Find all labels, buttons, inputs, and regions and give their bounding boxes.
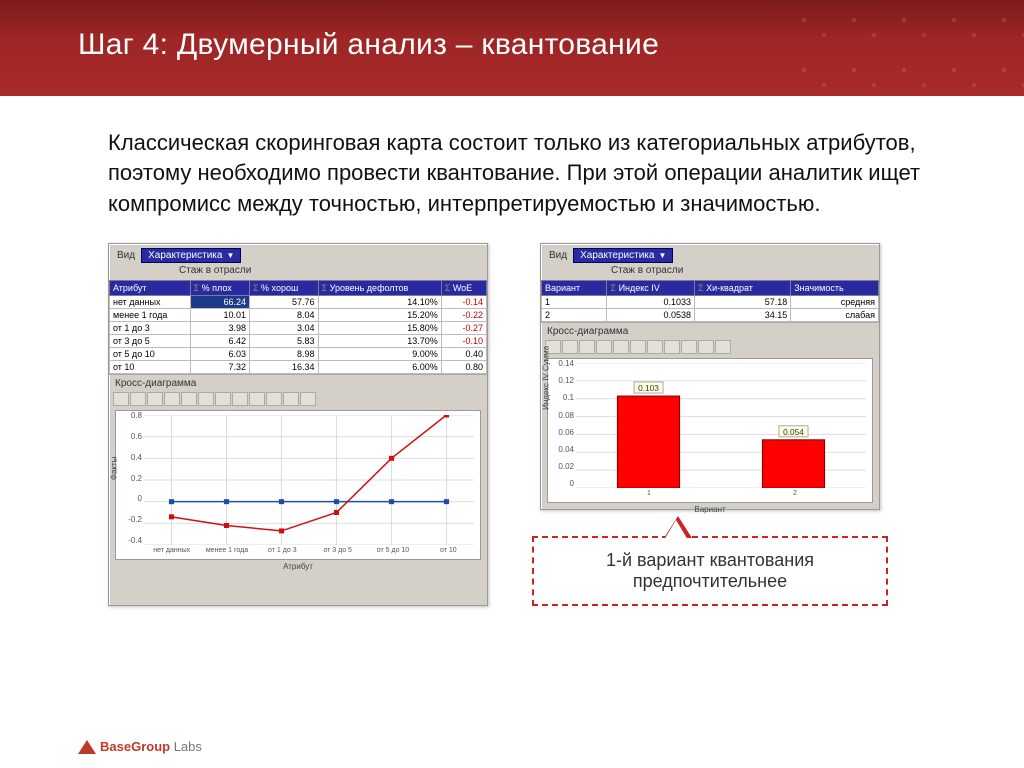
toolbar-icon[interactable] <box>232 392 248 406</box>
chevron-down-icon: ▼ <box>658 251 666 260</box>
toolbar-icon[interactable] <box>164 392 180 406</box>
toolbar-icon[interactable] <box>300 392 316 406</box>
chevron-down-icon: ▼ <box>226 251 234 260</box>
toolbar-icon[interactable] <box>113 392 129 406</box>
logo-text: BaseGroup Labs <box>100 739 202 754</box>
toolbar-icon[interactable] <box>613 340 629 354</box>
toolbar-icon[interactable] <box>630 340 646 354</box>
right-view-label: Вид <box>547 250 569 261</box>
right-characteristic-dropdown[interactable]: Характеристика ▼ <box>573 248 673 263</box>
left-line-chart: 0.80.60.40.20-0.2-0.4 Факты нет данныхме… <box>115 410 481 560</box>
table-row[interactable]: нет данных66.2457.7614.10%-0.14 <box>110 296 487 309</box>
col-attr[interactable]: Атрибут <box>110 281 191 296</box>
title-banner: Шаг 4: Двумерный анализ – квантование <box>0 0 1024 96</box>
right-cross-label: Кросс-диаграмма <box>541 322 879 338</box>
toolbar-icon[interactable] <box>715 340 731 354</box>
right-app-window: Вид Характеристика ▼ Стаж в отрасли Вари… <box>540 243 880 510</box>
left-xlabel: Атрибут <box>283 562 313 571</box>
right-bar-chart: 0.140.120.10.080.060.040.020 Индекс IV С… <box>547 358 873 503</box>
svg-text:0.054: 0.054 <box>783 428 804 437</box>
toolbar-icon[interactable] <box>198 392 214 406</box>
right-data-table: Вариант Индекс IV Хи-квадрат Значимость … <box>541 280 879 322</box>
toolbar-icon[interactable] <box>249 392 265 406</box>
toolbar-icon[interactable] <box>130 392 146 406</box>
table-row[interactable]: 10.103357.18средняя <box>542 296 879 309</box>
table-row[interactable]: 20.053834.15слабая <box>542 309 879 322</box>
toolbar-icon[interactable] <box>266 392 282 406</box>
right-tabbar: Вид Характеристика ▼ <box>541 244 879 263</box>
slide-title: Шаг 4: Двумерный анализ – квантование <box>78 28 1024 62</box>
table-row[interactable]: менее 1 года10.018.0415.20%-0.22 <box>110 309 487 322</box>
toolbar-icon[interactable] <box>596 340 612 354</box>
left-data-table: Атрибут % плох % хорош Уровень дефолтов … <box>109 280 487 374</box>
table-row[interactable]: от 5 до 106.038.989.00%0.40 <box>110 348 487 361</box>
col-default[interactable]: Уровень дефолтов <box>318 281 441 296</box>
toolbar-icon[interactable] <box>147 392 163 406</box>
right-subtitle: Стаж в отрасли <box>541 263 879 280</box>
left-characteristic-dropdown[interactable]: Характеристика ▼ <box>141 248 241 263</box>
toolbar-icon[interactable] <box>681 340 697 354</box>
col-good[interactable]: % хорош <box>249 281 318 296</box>
col-iv[interactable]: Индекс IV <box>607 281 695 296</box>
col-bad[interactable]: % плох <box>190 281 249 296</box>
toolbar-icon[interactable] <box>181 392 197 406</box>
table-row[interactable]: от 107.3216.346.00%0.80 <box>110 361 487 374</box>
left-chart-toolbar <box>109 390 487 408</box>
footer-logo: BaseGroup Labs <box>78 739 202 754</box>
right-column: Вид Характеристика ▼ Стаж в отрасли Вари… <box>540 243 888 606</box>
right-ylabel: Индекс IV Сумма <box>542 345 551 409</box>
callout-box: 1-й вариант квантования предпочтительнее <box>532 536 888 606</box>
table-row[interactable]: от 3 до 56.425.8313.70%-0.10 <box>110 335 487 348</box>
toolbar-icon[interactable] <box>215 392 231 406</box>
panels-row: Вид Характеристика ▼ Стаж в отрасли Атри… <box>0 243 1024 606</box>
slide-body: Классическая скоринговая карта состоит т… <box>0 96 1024 243</box>
table-row[interactable]: от 1 до 33.983.0415.80%-0.27 <box>110 322 487 335</box>
right-chart-toolbar <box>541 338 879 356</box>
left-view-label: Вид <box>115 250 137 261</box>
toolbar-icon[interactable] <box>647 340 663 354</box>
right-xlabel: Вариант <box>694 505 725 514</box>
callout-text: 1-й вариант квантования предпочтительнее <box>606 550 814 591</box>
left-ylabel: Факты <box>110 457 119 481</box>
col-chi[interactable]: Хи-квадрат <box>695 281 791 296</box>
right-dropdown-label: Характеристика <box>580 250 654 261</box>
svg-text:0.103: 0.103 <box>638 384 659 393</box>
left-cross-label: Кросс-диаграмма <box>109 374 487 390</box>
toolbar-icon[interactable] <box>579 340 595 354</box>
col-woe[interactable]: WoE <box>441 281 486 296</box>
left-app-window: Вид Характеристика ▼ Стаж в отрасли Атри… <box>108 243 488 606</box>
left-dropdown-label: Характеристика <box>148 250 222 261</box>
toolbar-icon[interactable] <box>698 340 714 354</box>
left-subtitle: Стаж в отрасли <box>109 263 487 280</box>
toolbar-icon[interactable] <box>562 340 578 354</box>
toolbar-icon[interactable] <box>283 392 299 406</box>
left-tabbar: Вид Характеристика ▼ <box>109 244 487 263</box>
toolbar-icon[interactable] <box>664 340 680 354</box>
col-sig[interactable]: Значимость <box>791 281 879 296</box>
logo-triangle-icon <box>78 740 96 754</box>
col-variant[interactable]: Вариант <box>542 281 607 296</box>
